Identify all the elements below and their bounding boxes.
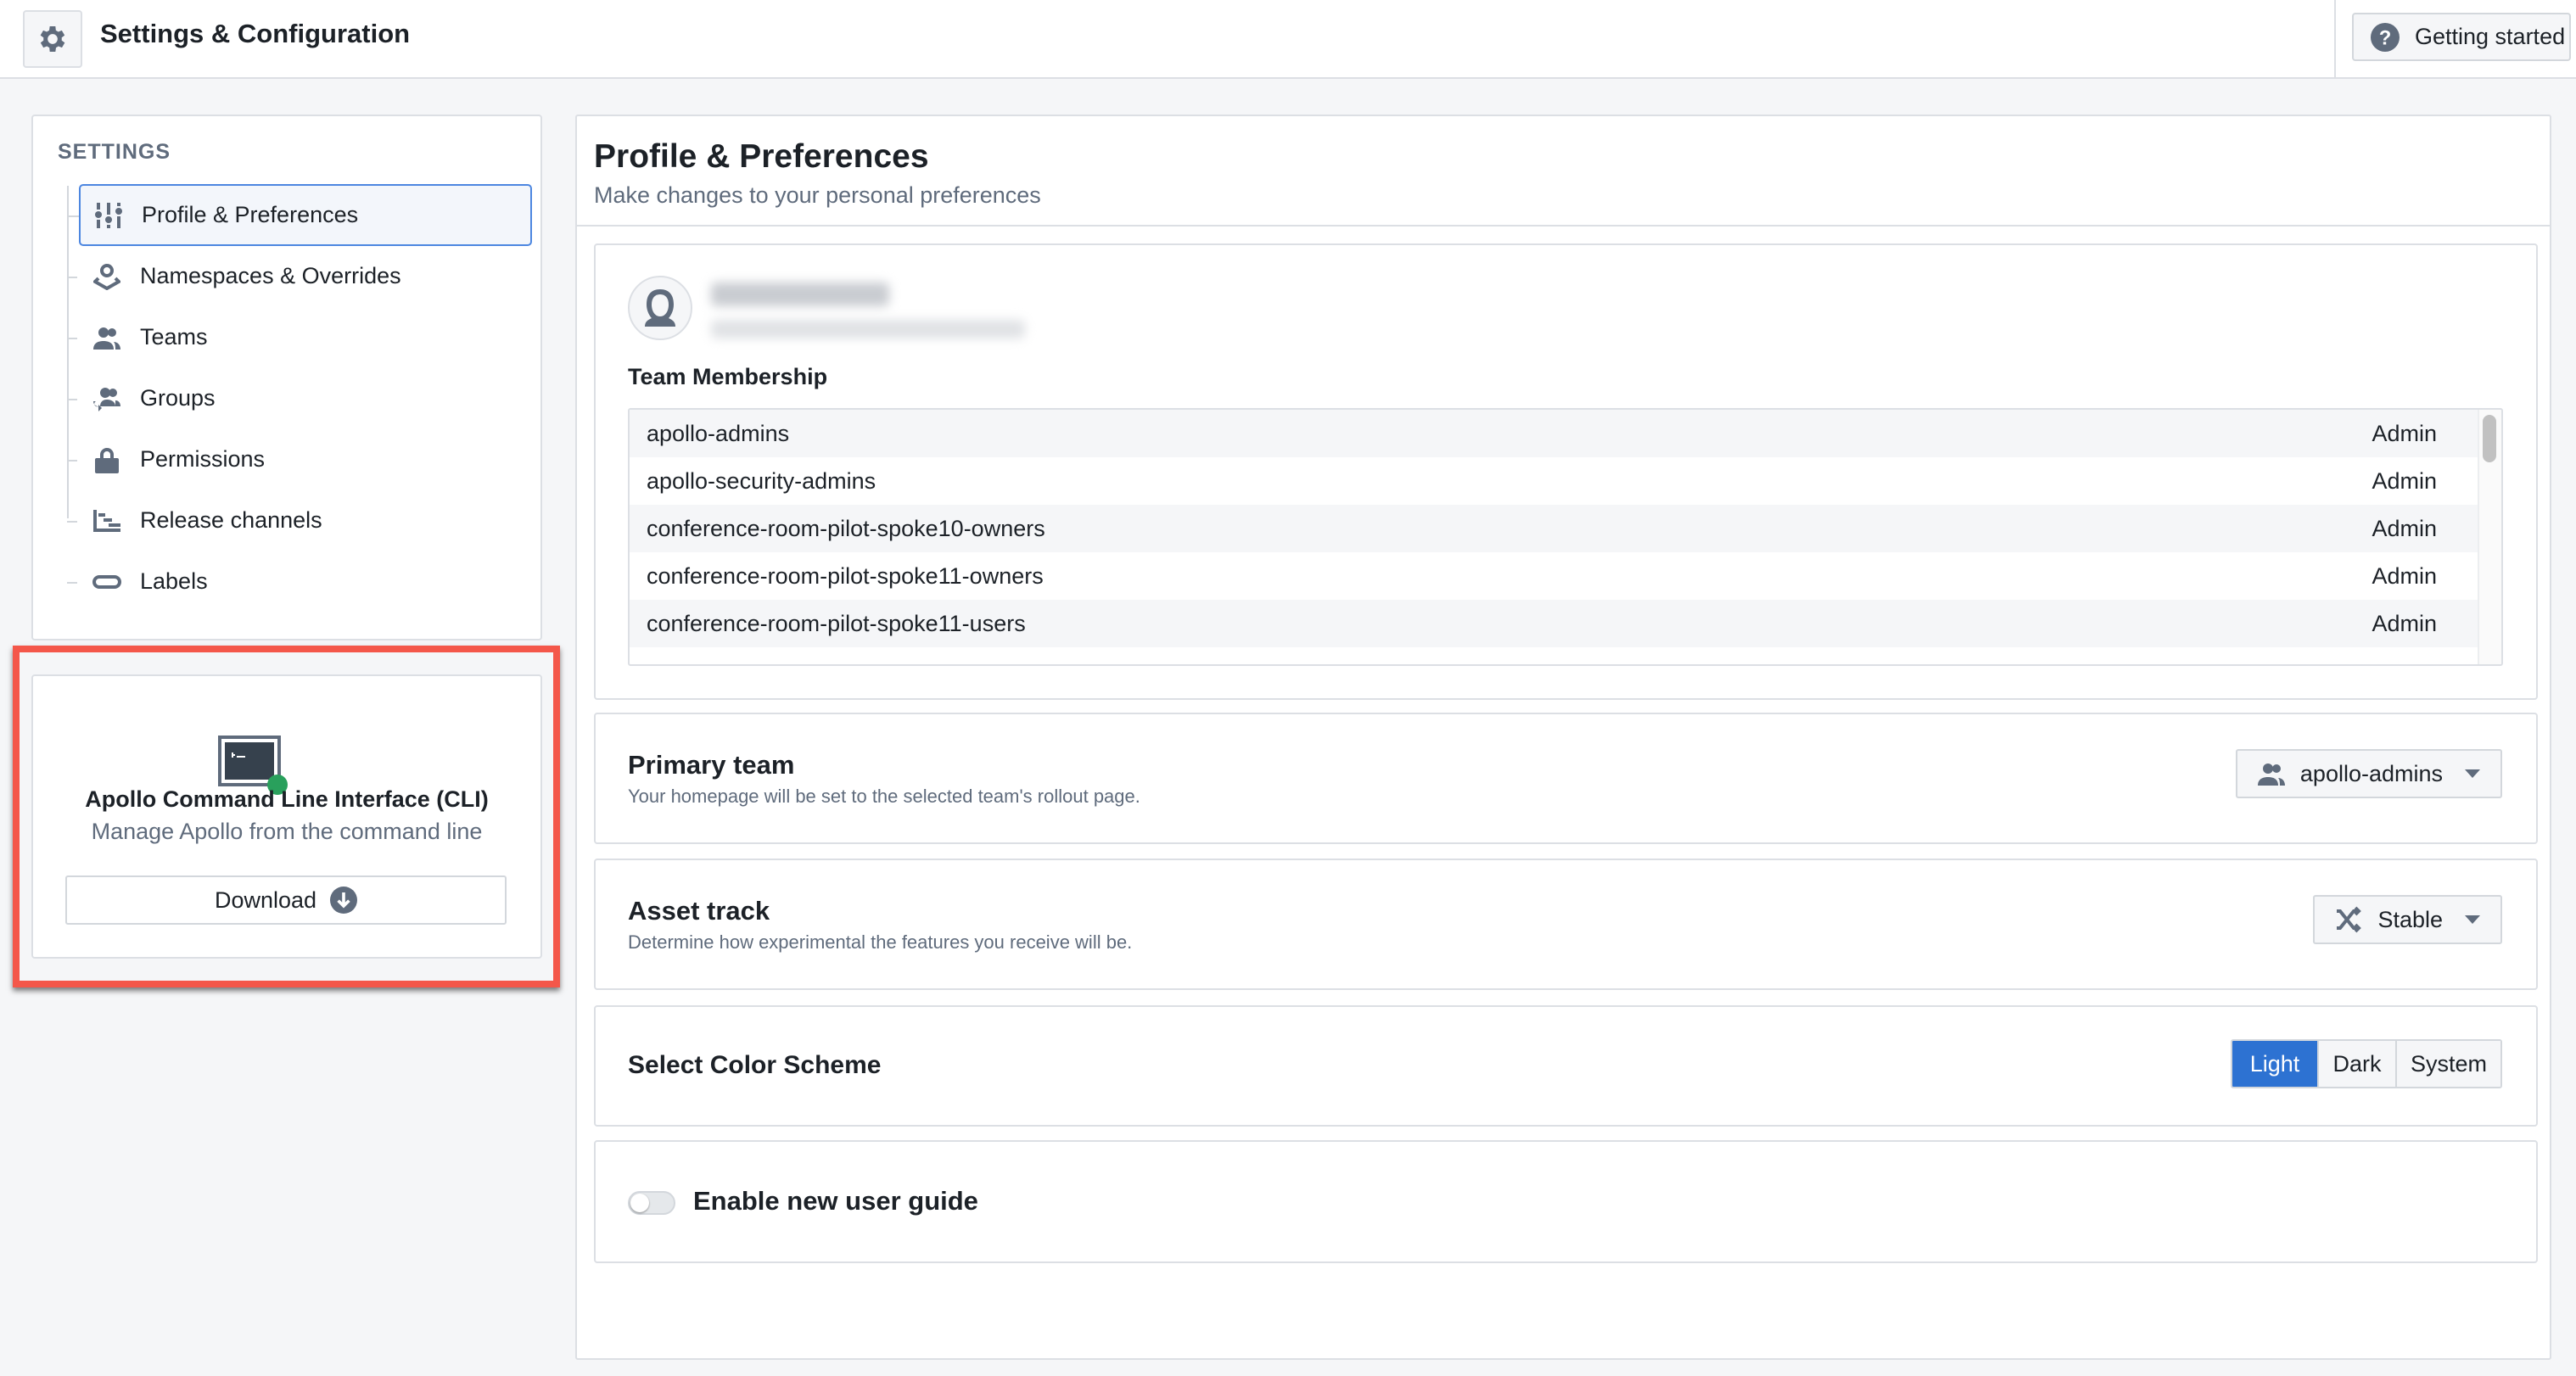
sidebar-item-groups[interactable]: Groups (67, 367, 532, 429)
team-membership-list: apollo-admins Admin apollo-security-admin… (628, 408, 2503, 666)
shuffle-icon (2337, 906, 2362, 933)
list-item[interactable]: conference-room-pilot-spoke10-owners Admi… (630, 505, 2478, 552)
caret-down-icon (2465, 915, 2480, 924)
svg-text:?: ? (2379, 26, 2392, 49)
download-icon (330, 887, 358, 914)
team-role: Admin (2372, 467, 2437, 494)
list-item[interactable]: apollo-security-admins Admin (630, 457, 2478, 505)
sidebar-item-permissions[interactable]: Permissions (67, 428, 532, 490)
sidebar-item-label: Profile & Preferences (142, 202, 359, 227)
people-icon (92, 323, 121, 352)
team-name: apollo-security-admins (647, 467, 876, 494)
settings-app-icon[interactable] (23, 10, 82, 68)
color-scheme-dark[interactable]: Dark (2317, 1041, 2395, 1087)
settings-sidebar: SETTINGS Profile & Preferences Namespace… (31, 115, 542, 640)
asset-track-card: Asset track Determine how experimental t… (594, 859, 2538, 990)
team-role: Admin (2372, 562, 2437, 589)
color-scheme-selector: Light Dark System (2231, 1039, 2502, 1088)
team-role: Admin (2372, 515, 2437, 541)
color-scheme-title: Select Color Scheme (628, 1051, 882, 1079)
team-name: apollo-admins (647, 420, 790, 446)
sidebar-item-release-channels[interactable]: Release channels (67, 489, 532, 551)
list-item[interactable]: apollo-admins Admin (630, 410, 2478, 457)
people-icon (2257, 764, 2285, 786)
primary-team-desc: Your homepage will be set to the selecte… (628, 786, 1140, 807)
primary-team-dropdown[interactable]: apollo-admins (2235, 749, 2502, 798)
color-scheme-light[interactable]: Light (2232, 1041, 2317, 1087)
scrollbar[interactable] (2478, 410, 2501, 664)
team-role: Admin (2372, 420, 2437, 446)
team-role: Admin (2372, 610, 2437, 636)
tree-line (67, 186, 69, 518)
list-item[interactable]: conference-room-pilot-spoke11-users Admin (630, 600, 2478, 647)
caret-down-icon (2465, 769, 2480, 778)
label-icon (92, 568, 121, 596)
team-name: conference-room-pilot-spoke10-owners (647, 515, 1045, 541)
sidebar-item-label: Namespaces & Overrides (140, 263, 401, 288)
lock-icon (92, 445, 121, 474)
sidebar-item-teams[interactable]: Teams (67, 306, 532, 368)
asset-track-title: Asset track (628, 896, 770, 926)
download-label: Download (214, 887, 317, 913)
sidebar-item-labels[interactable]: Labels (67, 551, 532, 612)
asset-track-dropdown[interactable]: Stable (2313, 895, 2502, 944)
getting-started-button[interactable]: ? Getting started (2352, 13, 2571, 61)
user-guide-card: Enable new user guide (594, 1140, 2538, 1263)
map-marker-icon (92, 262, 121, 291)
toggle-knob (630, 1194, 649, 1212)
sidebar-item-label: Permissions (140, 446, 266, 472)
user-guide-toggle[interactable] (628, 1191, 675, 1215)
group-icon (92, 384, 121, 413)
cli-card: Apollo Command Line Interface (CLI) Mana… (31, 674, 542, 959)
team-name: conference-room-pilot-spoke11-owners (647, 562, 1044, 589)
page-subtitle: Make changes to your personal preference… (594, 182, 1041, 208)
asset-track-desc: Determine how experimental the features … (628, 931, 1133, 953)
team-membership-label: Team Membership (628, 364, 828, 389)
primary-team-card: Primary team Your homepage will be set t… (594, 713, 2538, 844)
cli-subtitle: Manage Apollo from the command line (91, 819, 483, 844)
divider (2334, 0, 2336, 79)
team-name: conference-room-pilot-spoke11-users (647, 610, 1026, 636)
settings-section-label: SETTINGS (58, 140, 171, 164)
sidebar-item-label: Groups (140, 385, 216, 411)
user-email-redacted (711, 320, 1025, 338)
release-channels-icon (92, 506, 121, 535)
getting-started-label: Getting started (2415, 24, 2566, 49)
user-icon (645, 289, 675, 327)
gear-icon (40, 26, 65, 52)
sliders-icon (94, 201, 123, 230)
asset-track-value: Stable (2377, 906, 2443, 932)
download-button[interactable]: Download (65, 875, 507, 925)
primary-team-value: apollo-admins (2299, 760, 2443, 786)
avatar (628, 276, 692, 340)
main-panel: Profile & Preferences Make changes to yo… (575, 115, 2551, 1360)
sidebar-item-profile-preferences[interactable]: Profile & Preferences (69, 184, 532, 246)
scrollbar-thumb[interactable] (2483, 415, 2496, 462)
sidebar-item-label: Labels (140, 568, 208, 594)
color-scheme-system[interactable]: System (2395, 1041, 2500, 1087)
page-title: Profile & Preferences (594, 138, 929, 175)
page-header: Profile & Preferences Make changes to yo… (577, 116, 2550, 227)
top-bar: Settings & Configuration ? Getting start… (0, 0, 2576, 79)
user-guide-label: Enable new user guide (693, 1186, 978, 1216)
list-item[interactable]: conference-room-pilot-spoke11-owners Admi… (630, 552, 2478, 600)
sidebar-item-namespaces-overrides[interactable]: Namespaces & Overrides (67, 245, 532, 307)
sidebar-item-label: Release channels (140, 507, 322, 533)
app-title: Settings & Configuration (100, 19, 411, 48)
cli-title: Apollo Command Line Interface (CLI) (85, 786, 489, 812)
profile-card: Team Membership apollo-admins Admin apoll… (594, 243, 2538, 700)
user-name-redacted (711, 282, 889, 306)
primary-team-title: Primary team (628, 750, 795, 780)
help-icon: ? (2371, 22, 2400, 52)
sidebar-item-label: Teams (140, 324, 208, 350)
color-scheme-card: Select Color Scheme Light Dark System (594, 1005, 2538, 1127)
